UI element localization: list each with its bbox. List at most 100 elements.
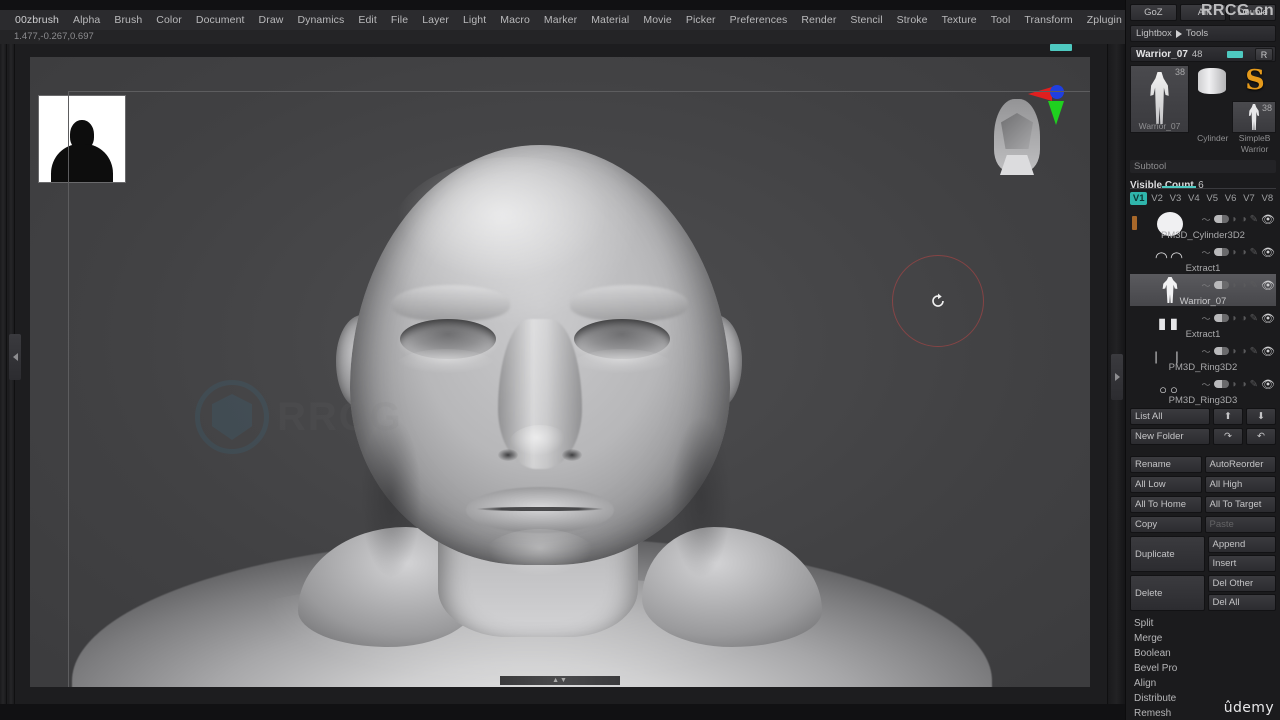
all-to-home-button[interactable]: All To Home — [1130, 496, 1202, 513]
insert-button[interactable]: Insert — [1207, 555, 1276, 572]
append-button[interactable]: Append — [1207, 536, 1276, 553]
eye-icon[interactable]: 👁 — [1261, 378, 1275, 391]
pen-icon[interactable]: ✎ — [1250, 313, 1258, 324]
smooth-icon[interactable]: 〜 — [1202, 312, 1211, 325]
transparency-icon[interactable]: ◑ — [1241, 379, 1247, 390]
polypaint-icon[interactable]: ◗ — [1232, 313, 1238, 324]
duplicate-button[interactable]: Duplicate — [1130, 536, 1205, 572]
subtool-item[interactable]: ◠◠ 〜 ◗ ◑ ✎ 👁 Extract1 — [1130, 241, 1276, 275]
visibility-tab-v7[interactable]: V7 — [1240, 192, 1257, 205]
transparency-icon[interactable]: ◑ — [1241, 247, 1247, 258]
list-all-button[interactable]: List All — [1130, 408, 1210, 425]
pen-icon[interactable]: ✎ — [1250, 346, 1258, 357]
axis-z-dot-icon[interactable] — [1050, 85, 1064, 99]
transparency-icon[interactable]: ◑ — [1241, 280, 1247, 291]
menu-item-dynamics[interactable]: Dynamics — [290, 12, 351, 28]
menu-item-stroke[interactable]: Stroke — [890, 12, 935, 28]
visibility-tab-v1[interactable]: V1 — [1130, 192, 1148, 205]
canvas-viewport[interactable]: RRCG ▲▼ — [30, 57, 1090, 687]
menu-item-00zbrush[interactable]: 00zbrush — [8, 12, 66, 28]
visibility-toggle-icon[interactable] — [1213, 314, 1229, 322]
visibility-toggle-icon[interactable] — [1213, 248, 1229, 256]
all-low-button[interactable]: All Low — [1130, 476, 1202, 493]
del-other-button[interactable]: Del Other — [1207, 575, 1276, 592]
menu-item-color[interactable]: Color — [149, 12, 189, 28]
visibility-toggle-icon[interactable] — [1213, 347, 1229, 355]
menu-item-edit[interactable]: Edit — [351, 12, 384, 28]
lightbox-bar[interactable]: Lightbox Tools — [1130, 25, 1276, 42]
tool-thumb-warrior07[interactable]: 38 Warrior_07 — [1130, 65, 1189, 133]
subtool-item[interactable]: ○○ 〜 ◗ ◑ ✎ 👁 PM3D_Ring3D3 — [1130, 373, 1276, 407]
polypaint-icon[interactable]: ◗ — [1232, 247, 1238, 258]
canvas-teal-indicator[interactable] — [1050, 44, 1072, 51]
del-all-button[interactable]: Del All — [1207, 594, 1276, 611]
menu-item-marker[interactable]: Marker — [537, 12, 584, 28]
operation-boolean[interactable]: Boolean — [1130, 646, 1276, 661]
rename-button[interactable]: Rename — [1130, 456, 1202, 473]
menu-item-light[interactable]: Light — [456, 12, 493, 28]
left-tray-edge-outer[interactable] — [0, 44, 7, 704]
eye-icon[interactable]: 👁 — [1261, 213, 1275, 226]
operation-align[interactable]: Align — [1130, 676, 1276, 691]
menu-item-macro[interactable]: Macro — [493, 12, 537, 28]
visibility-toggle-icon[interactable] — [1213, 380, 1229, 388]
smooth-icon[interactable]: 〜 — [1202, 279, 1211, 292]
move-in-button[interactable]: ↶ — [1246, 428, 1276, 445]
canvas-preview-thumbnail[interactable] — [38, 95, 126, 183]
orientation-gizmo[interactable] — [988, 77, 1068, 177]
visibility-toggle-icon[interactable] — [1213, 281, 1229, 289]
operation-split[interactable]: Split — [1130, 616, 1276, 631]
left-tray-expand-handle[interactable] — [9, 334, 21, 380]
polypaint-icon[interactable]: ◗ — [1232, 346, 1238, 357]
move-down-button[interactable]: ⬇ — [1246, 408, 1276, 425]
pen-icon[interactable]: ✎ — [1250, 247, 1258, 258]
polypaint-icon[interactable]: ◗ — [1232, 280, 1238, 291]
tool-thumb-cylinder[interactable] — [1192, 65, 1232, 99]
visibility-toggle-icon[interactable] — [1213, 215, 1229, 223]
paste-button[interactable]: Paste — [1204, 516, 1276, 533]
subtool-section-title[interactable]: Subtool — [1130, 160, 1276, 173]
panel-button-goz[interactable]: GoZ — [1130, 4, 1177, 21]
subtool-item[interactable]: | | 〜 ◗ ◑ ✎ 👁 PM3D_Ring3D2 — [1130, 340, 1276, 374]
left-tray-edge-inner[interactable] — [8, 44, 21, 704]
autoreorder-button[interactable]: AutoReorder — [1204, 456, 1276, 473]
transparency-icon[interactable]: ◑ — [1241, 346, 1247, 357]
right-tray-edge[interactable] — [1107, 44, 1125, 704]
menu-item-material[interactable]: Material — [584, 12, 636, 28]
axis-x-arrow-icon[interactable] — [1028, 87, 1052, 101]
visibility-tab-v8[interactable]: V8 — [1259, 192, 1276, 205]
transparency-icon[interactable]: ◑ — [1241, 214, 1247, 225]
new-folder-button[interactable]: New Folder — [1130, 428, 1210, 445]
delete-button[interactable]: Delete — [1130, 575, 1205, 611]
eye-icon[interactable]: 👁 — [1261, 345, 1275, 358]
all-high-button[interactable]: All High — [1204, 476, 1276, 493]
menu-item-movie[interactable]: Movie — [636, 12, 679, 28]
visibility-tab-v3[interactable]: V3 — [1167, 192, 1184, 205]
copy-button[interactable]: Copy — [1130, 516, 1202, 533]
smooth-icon[interactable]: 〜 — [1202, 378, 1211, 391]
subtool-item[interactable]: 〜 ◗ ◑ ✎ 👁 PM3D_Cylinder3D2 — [1130, 208, 1276, 241]
pen-icon[interactable]: ✎ — [1250, 214, 1258, 225]
subtool-item[interactable]: ▮▮ 〜 ◗ ◑ ✎ 👁 Extract1 — [1130, 307, 1276, 341]
visibility-tab-v6[interactable]: V6 — [1222, 192, 1239, 205]
menu-item-tool[interactable]: Tool — [984, 12, 1018, 28]
smooth-icon[interactable]: 〜 — [1202, 345, 1211, 358]
pen-icon[interactable]: ✎ — [1250, 379, 1258, 390]
operation-bevel-pro[interactable]: Bevel Pro — [1130, 661, 1276, 676]
all-to-target-button[interactable]: All To Target — [1204, 496, 1276, 513]
canvas-bottom-handle[interactable]: ▲▼ — [500, 676, 620, 685]
transparency-icon[interactable]: ◑ — [1241, 313, 1247, 324]
axis-y-arrow-icon[interactable] — [1048, 101, 1064, 125]
polypaint-icon[interactable]: ◗ — [1232, 379, 1238, 390]
menu-item-file[interactable]: File — [384, 12, 415, 28]
eye-icon[interactable]: 👁 — [1261, 246, 1275, 259]
visibility-tab-v5[interactable]: V5 — [1204, 192, 1221, 205]
tool-r-button[interactable]: R — [1255, 48, 1273, 61]
menu-item-render[interactable]: Render — [794, 12, 843, 28]
eye-icon[interactable]: 👁 — [1261, 279, 1275, 292]
operation-merge[interactable]: Merge — [1130, 631, 1276, 646]
subtool-item[interactable]: 〜 ◗ ◑ ✎ 👁 Warrior_07 — [1130, 274, 1276, 307]
smooth-icon[interactable]: 〜 — [1202, 246, 1211, 259]
pen-icon[interactable]: ✎ — [1250, 280, 1258, 291]
menu-item-alpha[interactable]: Alpha — [66, 12, 107, 28]
